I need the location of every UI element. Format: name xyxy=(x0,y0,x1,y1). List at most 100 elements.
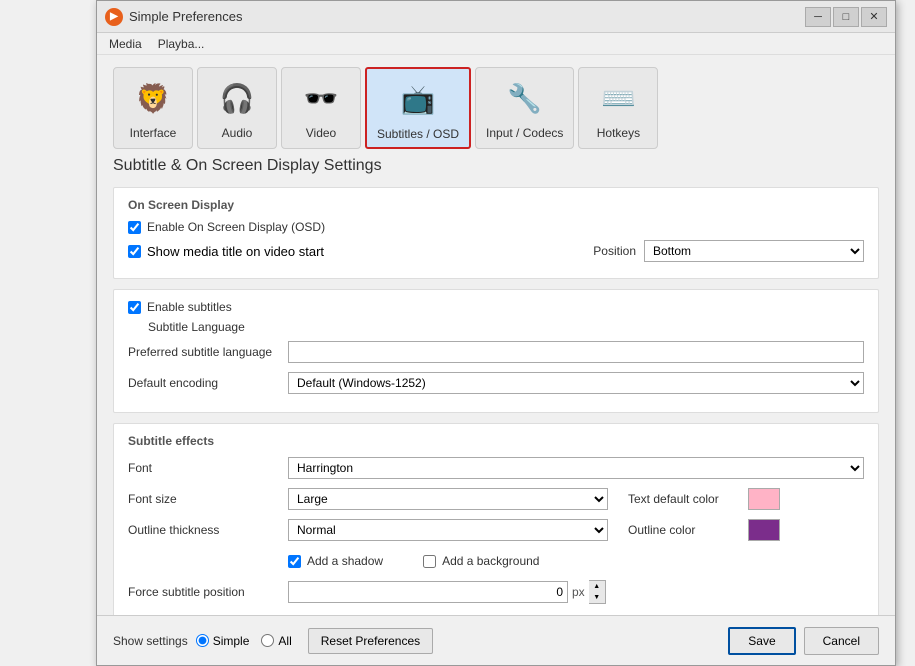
title-bar: ▶ Simple Preferences ─ □ ✕ xyxy=(97,1,895,33)
save-button[interactable]: Save xyxy=(728,627,795,655)
menu-playback[interactable]: Playba... xyxy=(150,35,213,53)
enable-osd-row: Enable On Screen Display (OSD) xyxy=(128,220,864,234)
position-select[interactable]: Bottom Top Left Right xyxy=(644,240,864,262)
interface-label: Interface xyxy=(130,126,177,140)
enable-subtitles-row: Enable subtitles xyxy=(128,300,864,314)
maximize-button[interactable]: □ xyxy=(833,7,859,27)
shadow-bg-row: Add a shadow Add a background xyxy=(128,549,864,573)
video-label: Video xyxy=(306,126,336,140)
position-increment[interactable]: ▲ xyxy=(589,581,605,592)
tab-subtitles-osd[interactable]: 📺 Subtitles / OSD xyxy=(365,67,471,149)
position-unit: px xyxy=(572,585,585,599)
font-control: Harrington Arial Times New Roman xyxy=(288,457,864,479)
preferred-lang-control xyxy=(288,341,864,363)
main-window: ▶ Simple Preferences ─ □ ✕ Media Playba.… xyxy=(96,0,896,666)
subtitles-icon: 📺 xyxy=(394,75,442,123)
bottom-bar: Show settings Simple All Reset Preferenc… xyxy=(97,615,895,665)
font-select[interactable]: Harrington Arial Times New Roman xyxy=(288,457,864,479)
font-size-row: Font size Large Small Normal Text defaul… xyxy=(128,487,864,511)
hotkeys-icon: ⌨️ xyxy=(594,74,642,122)
outline-row: Outline thickness Normal None Thin Thick… xyxy=(128,518,864,542)
show-title-row: Show media title on video start Position… xyxy=(128,240,864,262)
shadow-bg-control: Add a shadow Add a background xyxy=(288,554,864,568)
text-color-label: Text default color xyxy=(628,492,748,506)
encoding-select[interactable]: Default (Windows-1252) UTF-8 ISO-8859-1 xyxy=(288,372,864,394)
subtitle-language-label: Subtitle Language xyxy=(148,320,864,334)
position-spinner: ▲ ▼ xyxy=(589,580,606,604)
settings-panel: On Screen Display Enable On Screen Displ… xyxy=(113,187,879,615)
all-radio-label[interactable]: All xyxy=(261,634,291,648)
simple-radio-label[interactable]: Simple xyxy=(196,634,250,648)
tab-audio[interactable]: 🎧 Audio xyxy=(197,67,277,149)
background-checkbox[interactable] xyxy=(423,555,436,568)
tab-video[interactable]: 🕶️ Video xyxy=(281,67,361,149)
shadow-checkbox[interactable] xyxy=(288,555,301,568)
outline-color-label: Outline color xyxy=(628,523,748,537)
enable-subtitles-checkbox[interactable] xyxy=(128,301,141,314)
cancel-button[interactable]: Cancel xyxy=(804,627,879,655)
subtitles-label: Subtitles / OSD xyxy=(377,127,459,141)
interface-icon: 🦁 xyxy=(129,74,177,122)
input-codecs-label: Input / Codecs xyxy=(486,126,563,140)
effects-group-label: Subtitle effects xyxy=(128,434,864,448)
bottom-buttons: Save Cancel xyxy=(728,627,879,655)
settings-radio-group: Simple All xyxy=(196,634,292,648)
outline-label: Outline thickness xyxy=(128,523,288,537)
video-icon: 🕶️ xyxy=(297,74,345,122)
tab-input-codecs[interactable]: 🔧 Input / Codecs xyxy=(475,67,574,149)
all-label: All xyxy=(278,634,291,648)
menu-bar: Media Playba... xyxy=(97,33,895,55)
encoding-control: Default (Windows-1252) UTF-8 ISO-8859-1 xyxy=(288,372,864,394)
window-controls: ─ □ ✕ xyxy=(805,7,887,27)
content-area: 🦁 Interface 🎧 Audio 🕶️ Video 📺 Subtitles… xyxy=(97,55,895,615)
outline-select[interactable]: Normal None Thin Thick xyxy=(288,519,608,541)
force-position-control: px ▲ ▼ xyxy=(288,580,606,604)
preferred-lang-label: Preferred subtitle language xyxy=(128,345,288,359)
preferred-language-row: Preferred subtitle language xyxy=(128,340,864,364)
background-label[interactable]: Add a background xyxy=(442,554,539,568)
force-position-row: Force subtitle position px ▲ ▼ xyxy=(128,580,864,604)
effects-group: Subtitle effects Font Harrington Arial T… xyxy=(113,423,879,615)
tab-interface[interactable]: 🦁 Interface xyxy=(113,67,193,149)
subtitles-group: Enable subtitles Subtitle Language Prefe… xyxy=(113,289,879,413)
shadow-label[interactable]: Add a shadow xyxy=(307,554,383,568)
input-codecs-icon: 🔧 xyxy=(501,74,549,122)
reset-preferences-button[interactable]: Reset Preferences xyxy=(308,628,433,654)
show-title-checkbox[interactable] xyxy=(128,245,141,258)
audio-label: Audio xyxy=(222,126,253,140)
force-position-label: Force subtitle position xyxy=(128,585,288,599)
show-title-label[interactable]: Show media title on video start xyxy=(147,244,324,259)
force-position-input[interactable] xyxy=(288,581,568,603)
text-color-button[interactable] xyxy=(748,488,780,510)
position-decrement[interactable]: ▼ xyxy=(589,592,605,603)
window-title: Simple Preferences xyxy=(129,9,805,24)
font-size-label: Font size xyxy=(128,492,288,506)
enable-subtitles-label[interactable]: Enable subtitles xyxy=(147,300,232,314)
hotkeys-label: Hotkeys xyxy=(597,126,640,140)
preferred-lang-input[interactable] xyxy=(288,341,864,363)
nav-tabs: 🦁 Interface 🎧 Audio 🕶️ Video 📺 Subtitles… xyxy=(113,67,879,149)
outline-control: Normal None Thin Thick Outline color xyxy=(288,519,864,541)
encoding-label: Default encoding xyxy=(128,376,288,390)
all-radio[interactable] xyxy=(261,634,274,647)
audio-icon: 🎧 xyxy=(213,74,261,122)
position-label: Position xyxy=(593,244,636,258)
font-row: Font Harrington Arial Times New Roman xyxy=(128,456,864,480)
font-size-select[interactable]: Large Small Normal xyxy=(288,488,608,510)
enable-osd-checkbox[interactable] xyxy=(128,221,141,234)
page-title: Subtitle & On Screen Display Settings xyxy=(113,157,879,175)
menu-media[interactable]: Media xyxy=(101,35,150,53)
outline-color-button[interactable] xyxy=(748,519,780,541)
osd-group: On Screen Display Enable On Screen Displ… xyxy=(113,187,879,279)
simple-radio[interactable] xyxy=(196,634,209,647)
show-settings-label: Show settings xyxy=(113,634,188,648)
enable-osd-label[interactable]: Enable On Screen Display (OSD) xyxy=(147,220,325,234)
app-icon: ▶ xyxy=(105,8,123,26)
osd-group-label: On Screen Display xyxy=(128,198,864,212)
font-size-control: Large Small Normal Text default color xyxy=(288,488,864,510)
font-label: Font xyxy=(128,461,288,475)
simple-label: Simple xyxy=(213,634,250,648)
close-button[interactable]: ✕ xyxy=(861,7,887,27)
minimize-button[interactable]: ─ xyxy=(805,7,831,27)
tab-hotkeys[interactable]: ⌨️ Hotkeys xyxy=(578,67,658,149)
